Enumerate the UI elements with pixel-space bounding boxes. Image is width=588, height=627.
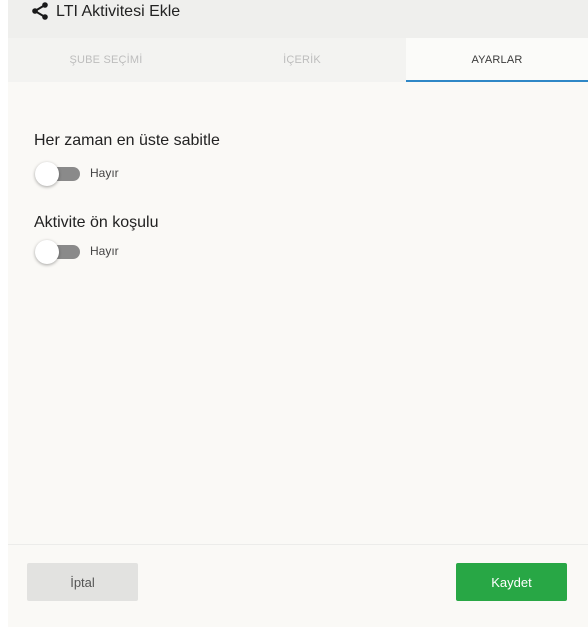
pin-top-toggle-label: Hayır [90,166,119,180]
dialog-footer: İptal Kaydet [8,544,588,627]
prerequisite-toggle[interactable] [34,239,88,265]
settings-panel: Her zaman en üste sabitle Hayır Aktivite… [8,82,588,544]
dialog-header: LTI Aktivitesi Ekle [8,0,588,38]
tab-icerik[interactable]: İÇERİK [204,38,400,82]
setting-title-prerequisite: Aktivite ön koşulu [34,214,159,231]
tab-label: İÇERİK [283,54,321,66]
prerequisite-toggle-label: Hayır [90,244,119,258]
share-icon [30,1,50,21]
tab-ayarlar[interactable]: AYARLAR [406,38,588,82]
tab-label: AYARLAR [471,54,523,66]
tab-sube-secimi[interactable]: ŞUBE SEÇİMİ [8,38,204,82]
setting-title-pin-top: Her zaman en üste sabitle [34,132,220,149]
cancel-button[interactable]: İptal [27,563,138,601]
save-button[interactable]: Kaydet [456,563,567,601]
tab-bar: ŞUBE SEÇİMİ İÇERİK AYARLAR [8,38,588,82]
toggle-knob [35,240,59,264]
toggle-knob [35,162,59,186]
dialog-title: LTI Aktivitesi Ekle [56,3,181,20]
tab-label: ŞUBE SEÇİMİ [69,54,143,66]
pin-top-toggle[interactable] [34,161,88,187]
